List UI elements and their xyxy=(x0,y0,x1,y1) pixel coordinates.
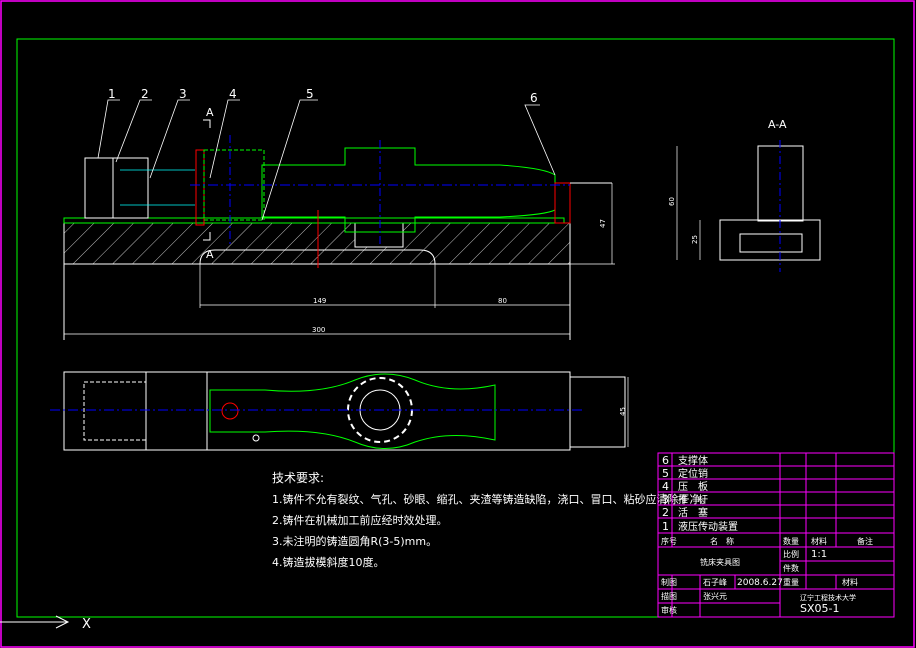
material-label: 材料 xyxy=(842,577,858,587)
dim-60: 60 xyxy=(668,197,676,206)
drawn-date: 2008.6.27 xyxy=(737,578,783,588)
drawing-code: SX05-1 xyxy=(800,602,839,615)
part-row-5-no: 5 xyxy=(662,467,669,480)
dim-45: 45 xyxy=(619,407,627,416)
drawn-by: 石子峰 xyxy=(703,577,727,587)
section-marker-top: A xyxy=(206,106,214,119)
workpiece-outline xyxy=(261,147,556,233)
support-block xyxy=(554,182,571,224)
piece-label: 件数 xyxy=(783,563,799,573)
designer: 张兴元 xyxy=(703,592,727,601)
base-hatch-area xyxy=(63,222,571,265)
clamp-face xyxy=(195,149,205,226)
school-name: 辽宁工程技术大学 xyxy=(800,593,856,602)
top-support xyxy=(569,376,626,448)
part-row-6-no: 6 xyxy=(662,454,669,467)
drawn-label: 制图 xyxy=(661,577,677,587)
dim-149: 149 xyxy=(313,297,326,305)
tech-item-4: 4.铸造拔模斜度10度。 xyxy=(272,555,385,569)
inner-border xyxy=(16,38,895,618)
top-base xyxy=(63,371,571,451)
header-remark: 备注 xyxy=(857,536,873,546)
top-small-hole xyxy=(252,434,260,442)
leader-label-5: 5 xyxy=(306,87,314,101)
top-pin-hole xyxy=(221,402,239,420)
part-row-6-name: 支撑体 xyxy=(678,454,708,467)
drawing-name: 铣床夹具图 xyxy=(700,557,740,567)
part-leaders xyxy=(97,99,556,221)
piston-housing xyxy=(112,157,149,219)
check-label: 审核 xyxy=(661,605,677,615)
aa-slot xyxy=(739,233,803,253)
part-row-2-name: 活 塞 xyxy=(678,506,708,519)
header-qty: 数量 xyxy=(783,536,799,546)
part-row-1-no: 1 xyxy=(662,520,669,533)
dim-300: 300 xyxy=(312,326,325,334)
header-material: 材料 xyxy=(811,536,827,546)
part-row-3-name: 推 杆 xyxy=(678,493,708,506)
part-row-4-no: 4 xyxy=(662,480,669,493)
tech-requirements: 技术要求: 1.铸件不允有裂纹、气孔、砂眼、缩孔、夹渣等铸造缺陷，浇口、冒口、粘… xyxy=(272,471,712,569)
header-name: 名 称 xyxy=(710,536,734,546)
part-row-2-no: 2 xyxy=(662,506,669,519)
part-row-4-name: 压 板 xyxy=(678,480,708,493)
leader-label-1: 1 xyxy=(108,87,116,101)
part-row-1-name: 液压传动装置 xyxy=(678,520,738,533)
tech-title: 技术要求: xyxy=(272,471,324,485)
top-view: 45 xyxy=(50,371,629,451)
front-section-view: 1 2 3 4 5 6 A A 47 149 80 300 xyxy=(63,87,615,340)
section-marker-bottom: A xyxy=(206,248,214,261)
section-cut-top xyxy=(203,119,211,128)
tech-item-1: 1.铸件不允有裂纹、气孔、砂眼、缩孔、夹渣等铸造缺陷，浇口、冒口、粘砂应清除干净… xyxy=(272,492,712,506)
header-no: 序号 xyxy=(661,536,677,546)
weight-label: 重量 xyxy=(783,577,799,587)
part-row-5-name: 定位销 xyxy=(678,467,708,480)
leader-label-6: 6 xyxy=(530,91,538,105)
cad-drawing-canvas: 1 2 3 4 5 6 A A 47 149 80 300 A-A 60 25 … xyxy=(0,0,915,648)
ucs-axis-icon xyxy=(0,615,70,629)
leader-label-3: 3 xyxy=(179,87,187,101)
scale-value: 1:1 xyxy=(811,549,827,560)
leader-label-4: 4 xyxy=(229,87,237,101)
part-row-3-no: 3 xyxy=(662,493,669,506)
leader-label-2: 2 xyxy=(141,87,149,101)
base-slot xyxy=(354,222,404,248)
section-view-title: A-A xyxy=(768,118,787,131)
dim-80: 80 xyxy=(498,297,507,305)
ucs-x-label: X xyxy=(82,617,91,632)
dim-25: 25 xyxy=(691,235,699,244)
tech-item-3: 3.未注明的铸造圆角R(3-5)mm。 xyxy=(272,534,437,548)
section-view-aa: A-A 60 25 xyxy=(668,118,821,272)
tech-item-2: 2.铸件在机械加工前应经时效处理。 xyxy=(272,513,448,527)
top-plate xyxy=(63,217,565,224)
title-block-text: 铣床夹具图 比例 1:1 件数 制图 石子峰 2008.6.27 重量 材料 描… xyxy=(661,549,858,615)
dim-47: 47 xyxy=(599,219,607,228)
design-label: 描图 xyxy=(661,591,677,601)
top-hydraulic xyxy=(83,381,147,441)
aa-base xyxy=(719,219,821,261)
hydraulic-block xyxy=(84,157,114,219)
scale-label: 比例 xyxy=(783,549,799,559)
parts-list: 6 支撑体 5 定位销 4 压 板 3 推 杆 2 活 塞 1 液压传动装置 序… xyxy=(661,454,873,546)
outer-frame xyxy=(0,0,915,648)
